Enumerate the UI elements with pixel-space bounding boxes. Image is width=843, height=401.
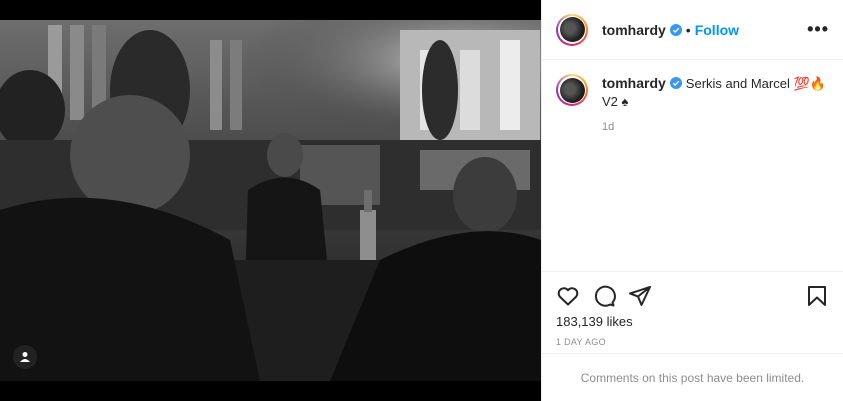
comments-limited-notice: Comments on this post have been limited. [542, 353, 843, 401]
separator-dot: • [685, 21, 691, 38]
verified-badge-icon [669, 23, 682, 36]
caption-text: Serkis and Marcel 💯🔥 [685, 76, 826, 91]
post-photo [0, 0, 541, 401]
post-header: tomhardy • Follow ••• [542, 0, 843, 60]
post-sidebar: tomhardy • Follow ••• tomhardy Serkis and… [541, 0, 843, 401]
action-bar [542, 272, 843, 314]
caption: tomhardy Serkis and Marcel 💯🔥 V2 ♠ [556, 74, 829, 111]
comments-area: tomhardy Serkis and Marcel 💯🔥 V2 ♠ 1d [542, 60, 843, 272]
header-username[interactable]: tomhardy [602, 22, 666, 38]
verified-badge-icon [669, 77, 682, 89]
caption-time[interactable]: 1d [602, 121, 829, 133]
bookmark-icon[interactable] [805, 284, 829, 308]
avatar[interactable] [556, 13, 588, 46]
post-timestamp[interactable]: 1 DAY AGO [542, 329, 843, 347]
heart-icon[interactable] [556, 284, 580, 308]
comment-icon[interactable] [592, 284, 616, 308]
caption-username[interactable]: tomhardy [602, 75, 666, 91]
more-options-icon[interactable]: ••• [807, 19, 829, 40]
likes-count[interactable]: 183,139 likes [542, 314, 843, 329]
caption-line-2: V2 ♠ [602, 94, 629, 109]
share-icon[interactable] [628, 284, 652, 308]
caption-avatar[interactable] [556, 74, 588, 106]
follow-button[interactable]: Follow [695, 22, 739, 38]
post-image[interactable] [0, 0, 541, 401]
user-tag-icon[interactable] [13, 345, 37, 369]
